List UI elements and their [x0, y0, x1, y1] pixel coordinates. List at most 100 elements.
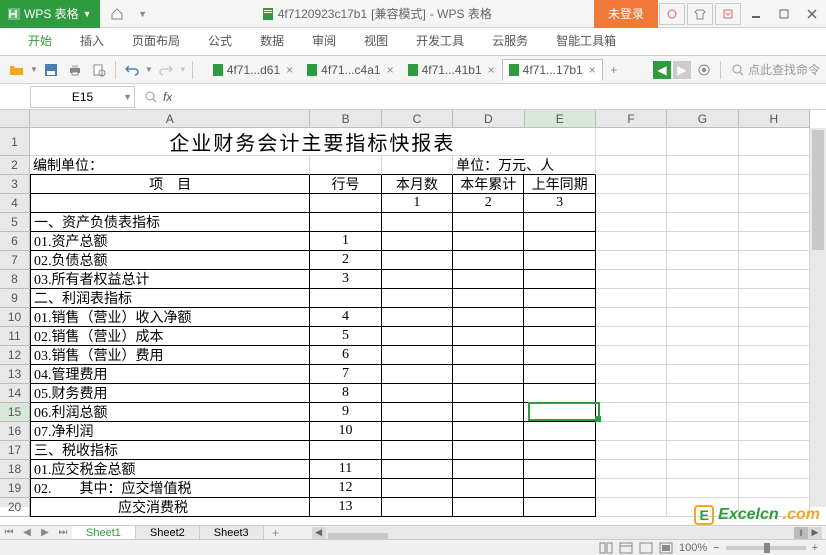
cell-A13[interactable]: 04.管理费用 — [30, 365, 310, 384]
ribbon-tab-review[interactable]: 审阅 — [298, 26, 350, 55]
cell-F17[interactable] — [596, 441, 667, 460]
cell-A5[interactable]: 一、资产负债表指标 — [30, 213, 310, 232]
cell-E13[interactable] — [524, 365, 595, 384]
sheet-next-icon[interactable]: ▶ — [36, 526, 54, 540]
cell-G3[interactable] — [667, 175, 738, 194]
cell-F14[interactable] — [596, 384, 667, 403]
cell-G15[interactable] — [667, 403, 738, 422]
cell-C19[interactable] — [382, 479, 453, 498]
row-header-8[interactable]: 8 — [0, 270, 30, 289]
cell-A11[interactable]: 02.销售（营业）成本 — [30, 327, 310, 346]
row-header-5[interactable]: 5 — [0, 213, 30, 232]
doc-tab-1[interactable]: 4f71...d61× — [206, 59, 300, 81]
ribbon-tab-insert[interactable]: 插入 — [66, 26, 118, 55]
cell-D6[interactable] — [453, 232, 524, 251]
scroll-right-icon[interactable]: ▶ — [808, 527, 822, 539]
cell-D20[interactable] — [453, 498, 524, 517]
horizontal-scrollbar[interactable]: ◀ ‖ ▶ — [312, 527, 822, 539]
cell-H8[interactable] — [739, 270, 810, 289]
cell-D12[interactable] — [453, 346, 524, 365]
cell-B19[interactable]: 12 — [310, 479, 381, 498]
cell-E10[interactable] — [524, 308, 595, 327]
cell-B10[interactable]: 4 — [310, 308, 381, 327]
cell-B11[interactable]: 5 — [310, 327, 381, 346]
cell-C8[interactable] — [382, 270, 453, 289]
close-icon[interactable]: × — [387, 63, 394, 77]
cell-D15[interactable] — [453, 403, 524, 422]
row-header-4[interactable]: 4 — [0, 194, 30, 213]
cell-E20[interactable] — [524, 498, 595, 517]
cell-H16[interactable] — [739, 422, 810, 441]
cell-G11[interactable] — [667, 327, 738, 346]
cell-E5[interactable] — [524, 213, 595, 232]
search-fn-icon[interactable] — [145, 91, 157, 103]
cell-C7[interactable] — [382, 251, 453, 270]
name-box-dropdown-icon[interactable]: ▼ — [123, 92, 132, 102]
cell-D16[interactable] — [453, 422, 524, 441]
cells-area[interactable]: 企业财务会计主要指标快报表编制单位：单位：万元、人项 目行号本月数本年累计上年同… — [30, 128, 810, 507]
zoom-slider[interactable] — [726, 546, 806, 550]
row-header-15[interactable]: 15 — [0, 403, 30, 422]
cell-B16[interactable]: 10 — [310, 422, 381, 441]
cell-C6[interactable] — [382, 232, 453, 251]
redo-icon[interactable] — [155, 59, 177, 81]
open-icon[interactable] — [6, 59, 28, 81]
cell-F20[interactable] — [596, 498, 667, 517]
cell-C10[interactable] — [382, 308, 453, 327]
cell-G9[interactable] — [667, 289, 738, 308]
splitter-icon[interactable]: ‖ — [794, 527, 808, 539]
cell-B8[interactable]: 3 — [310, 270, 381, 289]
cell-F3[interactable] — [596, 175, 667, 194]
cell-B20[interactable]: 13 — [310, 498, 381, 517]
cell-G10[interactable] — [667, 308, 738, 327]
cell-D4[interactable]: 2 — [453, 194, 524, 213]
fx-label[interactable]: fx — [163, 90, 172, 104]
cell-F13[interactable] — [596, 365, 667, 384]
col-header-G[interactable]: G — [667, 110, 738, 128]
formula-input[interactable] — [172, 86, 826, 108]
save-icon[interactable] — [40, 59, 62, 81]
cell-E15[interactable] — [524, 403, 595, 422]
cell-E17[interactable] — [524, 441, 595, 460]
cell-E18[interactable] — [524, 460, 595, 479]
redo-dropdown-icon[interactable]: ▼ — [179, 65, 187, 74]
cell-A17[interactable]: 三、税收指标 — [30, 441, 310, 460]
cell-G18[interactable] — [667, 460, 738, 479]
row-header-14[interactable]: 14 — [0, 384, 30, 403]
cell-G6[interactable] — [667, 232, 738, 251]
cell-G19[interactable] — [667, 479, 738, 498]
cell-A10[interactable]: 01.销售（营业）收入净额 — [30, 308, 310, 327]
view-docs-icon[interactable] — [599, 542, 613, 554]
cell-D10[interactable] — [453, 308, 524, 327]
cell-B12[interactable]: 6 — [310, 346, 381, 365]
cell-G2[interactable] — [667, 156, 738, 175]
cell-H4[interactable] — [739, 194, 810, 213]
cell-D13[interactable] — [453, 365, 524, 384]
cell-C3[interactable]: 本月数 — [382, 175, 453, 194]
app-dropdown-icon[interactable]: ▼ — [83, 9, 92, 19]
select-all-corner[interactable] — [0, 110, 30, 128]
cell-D18[interactable] — [453, 460, 524, 479]
cell-A8[interactable]: 03.所有者权益总计 — [30, 270, 310, 289]
zoom-in-button[interactable]: + — [812, 542, 818, 554]
doc-tab-4[interactable]: 4f71...17b1× — [502, 59, 603, 81]
cell-B7[interactable]: 2 — [310, 251, 381, 270]
cell-C18[interactable] — [382, 460, 453, 479]
ribbon-tab-formula[interactable]: 公式 — [194, 26, 246, 55]
col-header-B[interactable]: B — [310, 110, 381, 128]
sheet-tab-1[interactable]: Sheet1 — [72, 526, 136, 540]
cell-C13[interactable] — [382, 365, 453, 384]
cell-A2[interactable]: 编制单位： — [30, 156, 310, 175]
cell-D8[interactable] — [453, 270, 524, 289]
cell-E14[interactable] — [524, 384, 595, 403]
qat-home-icon[interactable] — [106, 4, 128, 24]
sync-icon[interactable] — [659, 3, 685, 25]
row-header-19[interactable]: 19 — [0, 479, 30, 498]
cell-H18[interactable] — [739, 460, 810, 479]
cell-F10[interactable] — [596, 308, 667, 327]
print-preview-icon[interactable] — [88, 59, 110, 81]
cell-B14[interactable]: 8 — [310, 384, 381, 403]
qat-dropdown-icon[interactable]: ▼ — [132, 4, 154, 24]
cell-G8[interactable] — [667, 270, 738, 289]
doc-tab-3[interactable]: 4f71...41b1× — [401, 59, 502, 81]
